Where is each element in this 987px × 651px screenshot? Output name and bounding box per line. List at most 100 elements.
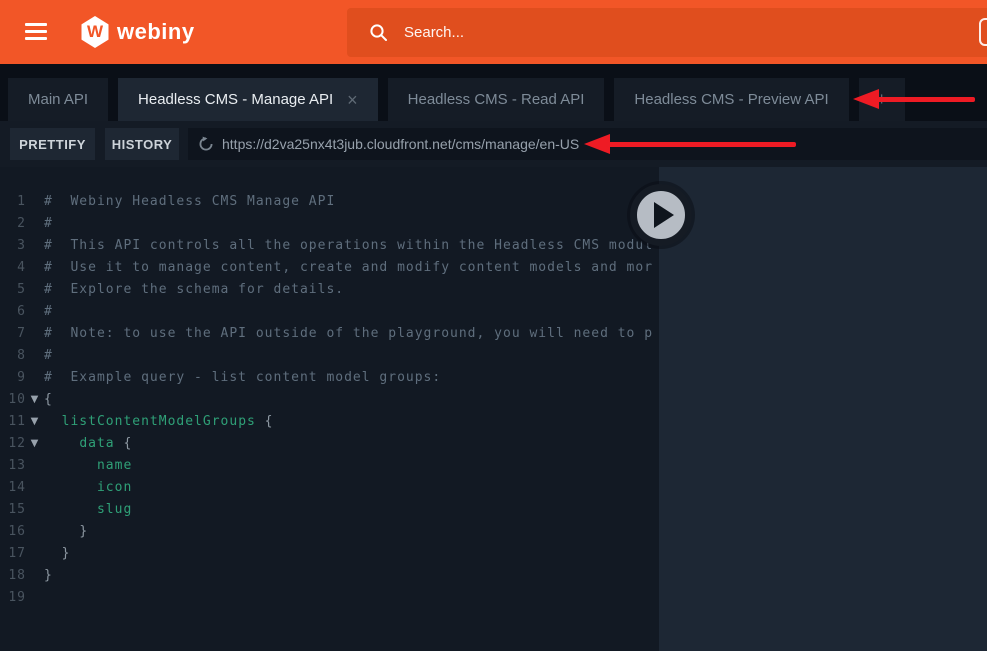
line-number: 2 bbox=[0, 213, 26, 235]
api-tab-strip: Main APIHeadless CMS - Manage API×Headle… bbox=[0, 64, 987, 121]
query-editor-pane[interactable]: 1# Webiny Headless CMS Manage API2#3# Th… bbox=[0, 167, 659, 651]
prettify-button[interactable]: PRETTIFY bbox=[10, 128, 95, 160]
code-text: # bbox=[44, 213, 659, 235]
close-tab-icon[interactable]: × bbox=[347, 91, 358, 109]
code-text: slug bbox=[44, 499, 659, 521]
code-text: # bbox=[44, 345, 659, 367]
code-text: } bbox=[44, 543, 659, 565]
line-number: 18 bbox=[0, 565, 26, 587]
tab-main-api[interactable]: Main API bbox=[8, 78, 108, 121]
webiny-logo-letter: W bbox=[87, 22, 103, 42]
line-number: 1 bbox=[0, 191, 26, 213]
tab-label: Main API bbox=[28, 91, 88, 108]
code-line[interactable]: 10▼{ bbox=[0, 389, 659, 411]
line-number: 12 bbox=[0, 433, 26, 455]
fold-gutter bbox=[26, 543, 44, 565]
code-line[interactable]: 4# Use it to manage content, create and … bbox=[0, 257, 659, 279]
code-line[interactable]: 8# bbox=[0, 345, 659, 367]
reload-endpoint-icon[interactable] bbox=[198, 136, 214, 152]
code-text: # Note: to use the API outside of the pl… bbox=[44, 323, 659, 345]
endpoint-url-text: https://d2va25nx4t3jub.cloudfront.net/cm… bbox=[222, 136, 579, 152]
code-line[interactable]: 17 } bbox=[0, 543, 659, 565]
line-number: 19 bbox=[0, 587, 26, 609]
fold-gutter bbox=[26, 367, 44, 389]
fold-gutter bbox=[26, 191, 44, 213]
code-text: data { bbox=[44, 433, 659, 455]
code-text: name bbox=[44, 455, 659, 477]
tab-label: Headless CMS - Preview API bbox=[634, 91, 828, 108]
code-line[interactable]: 19 bbox=[0, 587, 659, 609]
history-button[interactable]: HISTORY bbox=[105, 128, 179, 160]
code-text: icon bbox=[44, 477, 659, 499]
tab-label: Headless CMS - Manage API bbox=[138, 91, 333, 108]
code-line[interactable]: 6# bbox=[0, 301, 659, 323]
fold-gutter bbox=[26, 257, 44, 279]
fold-arrow-icon[interactable]: ▼ bbox=[26, 433, 44, 455]
annotation-arrow-endpoint-url bbox=[584, 134, 796, 155]
fold-gutter bbox=[26, 301, 44, 323]
editor-toolbar: PRETTIFY HISTORY https://d2va25nx4t3jub.… bbox=[0, 121, 987, 167]
graphql-playground-window: W webiny Search... / Main API Headless CM… bbox=[0, 0, 987, 651]
code-text: } bbox=[44, 565, 659, 587]
code-text: # Use it to manage content, create and m… bbox=[44, 257, 659, 279]
query-code: 1# Webiny Headless CMS Manage API2#3# Th… bbox=[0, 167, 659, 609]
webiny-logo-hexagon-icon: W bbox=[80, 16, 110, 48]
code-text: { bbox=[44, 389, 659, 411]
line-number: 14 bbox=[0, 477, 26, 499]
code-text bbox=[44, 587, 659, 609]
fold-gutter bbox=[26, 323, 44, 345]
code-line[interactable]: 1# Webiny Headless CMS Manage API bbox=[0, 191, 659, 213]
webiny-logo[interactable]: W webiny bbox=[80, 15, 195, 49]
tab-headless-read-api[interactable]: Headless CMS - Read API bbox=[388, 78, 605, 121]
line-number: 15 bbox=[0, 499, 26, 521]
code-text: # Explore the schema for details. bbox=[44, 279, 659, 301]
play-icon bbox=[654, 202, 674, 228]
code-line[interactable]: 13 name bbox=[0, 455, 659, 477]
code-line[interactable]: 9 # Example query - list content model gr… bbox=[0, 367, 659, 389]
app-header: W webiny Search... / bbox=[0, 0, 987, 64]
line-number: 9 bbox=[0, 367, 26, 389]
search-shortcut-badge: / bbox=[979, 18, 987, 46]
tab-headless-preview-api[interactable]: Headless CMS - Preview API bbox=[614, 78, 848, 121]
code-text: # bbox=[44, 301, 659, 323]
code-line[interactable]: 3# This API controls all the operations … bbox=[0, 235, 659, 257]
line-number: 10 bbox=[0, 389, 26, 411]
code-line[interactable]: 15 slug bbox=[0, 499, 659, 521]
code-line[interactable]: 12▼ data { bbox=[0, 433, 659, 455]
fold-arrow-icon[interactable]: ▼ bbox=[26, 411, 44, 433]
code-text: # Example query - list content model gro… bbox=[44, 367, 659, 389]
execute-query-button[interactable] bbox=[630, 184, 692, 246]
fold-gutter bbox=[26, 565, 44, 587]
line-number: 11 bbox=[0, 411, 26, 433]
code-line[interactable]: 2# bbox=[0, 213, 659, 235]
line-number: 5 bbox=[0, 279, 26, 301]
code-line[interactable]: 5 # Explore the schema for details. bbox=[0, 279, 659, 301]
fold-gutter bbox=[26, 455, 44, 477]
code-line[interactable]: 7 # Note: to use the API outside of the p… bbox=[0, 323, 659, 345]
fold-gutter bbox=[26, 213, 44, 235]
line-number: 6 bbox=[0, 301, 26, 323]
code-line[interactable]: 11▼ listContentModelGroups { bbox=[0, 411, 659, 433]
fold-gutter bbox=[26, 521, 44, 543]
fold-arrow-icon[interactable]: ▼ bbox=[26, 389, 44, 411]
fold-gutter bbox=[26, 279, 44, 301]
webiny-logo-text: webiny bbox=[117, 19, 195, 45]
hamburger-menu-icon[interactable] bbox=[25, 23, 47, 41]
tab-headless-manage-api[interactable]: Headless CMS - Manage API × bbox=[118, 78, 378, 121]
code-line[interactable]: 16 } bbox=[0, 521, 659, 543]
search-icon bbox=[369, 23, 388, 42]
code-line[interactable]: 14 icon bbox=[0, 477, 659, 499]
line-number: 17 bbox=[0, 543, 26, 565]
code-text: # This API controls all the operations w… bbox=[44, 235, 659, 257]
line-number: 7 bbox=[0, 323, 26, 345]
fold-gutter bbox=[26, 235, 44, 257]
line-number: 13 bbox=[0, 455, 26, 477]
line-number: 8 bbox=[0, 345, 26, 367]
code-text: } bbox=[44, 521, 659, 543]
fold-gutter bbox=[26, 587, 44, 609]
tabs-container: Main APIHeadless CMS - Manage API×Headle… bbox=[8, 78, 905, 121]
search-input[interactable]: Search... / bbox=[347, 8, 987, 57]
code-line[interactable]: 18} bbox=[0, 565, 659, 587]
tab-label: Headless CMS - Read API bbox=[408, 91, 585, 108]
response-pane bbox=[659, 167, 987, 651]
